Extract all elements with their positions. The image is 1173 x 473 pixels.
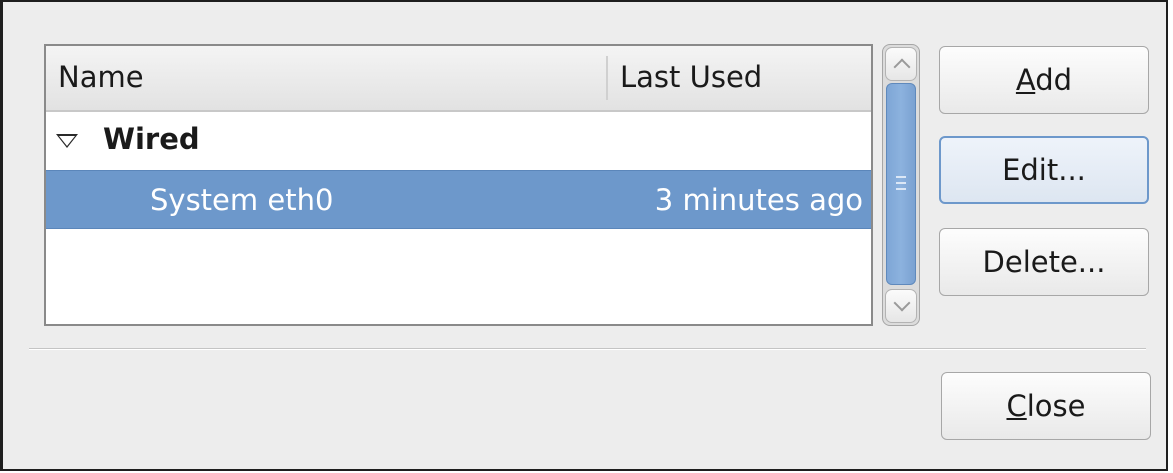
scrollbar-thumb[interactable]	[886, 83, 916, 285]
scroll-down-button[interactable]	[885, 289, 917, 323]
add-mnemonic: A	[1015, 63, 1036, 97]
connection-last-used: 3 minutes ago	[654, 183, 863, 217]
edit-button[interactable]: Edit...	[939, 136, 1149, 204]
connections-tree-view[interactable]: Name Last Used Wired System eth0 3 minut…	[44, 44, 873, 326]
tree-group-wired[interactable]: Wired	[46, 110, 871, 170]
add-label-rest: dd	[1035, 63, 1073, 97]
add-button-label: Add	[1016, 47, 1072, 113]
triangle-down-icon[interactable]	[56, 134, 78, 148]
close-mnemonic: C	[1006, 389, 1027, 423]
chevron-up-icon	[893, 58, 911, 76]
tree-header: Name Last Used	[46, 46, 871, 112]
scroll-up-button[interactable]	[885, 47, 917, 81]
add-button[interactable]: Add	[939, 46, 1149, 114]
connection-name: System eth0	[150, 183, 334, 217]
chevron-down-icon	[893, 294, 911, 312]
close-button[interactable]: Close	[941, 372, 1151, 440]
close-button-label: Close	[1006, 373, 1085, 439]
column-header-last-used[interactable]: Last Used	[620, 60, 762, 94]
divider	[29, 348, 1146, 350]
delete-button[interactable]: Delete...	[939, 228, 1149, 296]
table-row-system-eth0[interactable]: System eth0 3 minutes ago	[46, 170, 871, 229]
network-connections-dialog: Name Last Used Wired System eth0 3 minut…	[0, 0, 1168, 471]
tree-scrollbar[interactable]	[882, 44, 920, 326]
close-label-rest: lose	[1026, 389, 1086, 423]
group-label: Wired	[103, 122, 200, 156]
column-header-name[interactable]: Name	[58, 60, 144, 94]
delete-button-label: Delete...	[982, 245, 1106, 279]
edit-button-label: Edit...	[1002, 153, 1086, 187]
grip-icon	[896, 176, 906, 190]
column-separator[interactable]	[606, 56, 608, 100]
